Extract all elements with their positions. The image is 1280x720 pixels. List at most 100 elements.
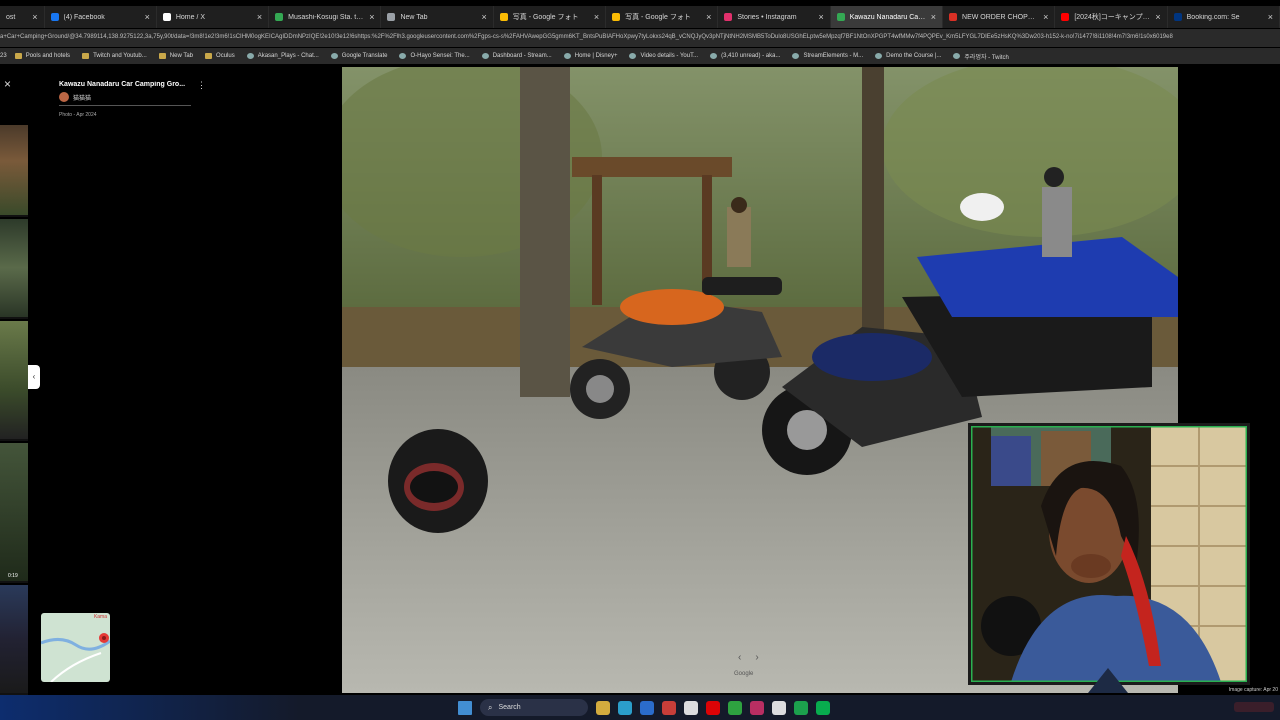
tab-strip: ost × (4) Facebook × Home / X × Musashi-Kosugi… <box>0 6 1280 28</box>
mail-icon[interactable] <box>640 700 654 715</box>
browser-tab[interactable]: [2024秋]コーキャンプ&スワップミ × <box>1055 6 1168 28</box>
mini-map[interactable]: Kama <box>41 613 110 682</box>
youtube-icon[interactable] <box>706 700 720 715</box>
close-tab-icon[interactable]: × <box>931 12 936 22</box>
browser-tab[interactable]: Booking.com: Se × <box>1168 6 1280 28</box>
close-tab-icon[interactable]: × <box>594 12 599 22</box>
bookmark-label: Demo the Course |... <box>886 53 942 59</box>
close-tab-icon[interactable]: × <box>482 12 487 22</box>
bookmark-item[interactable]: Twitch and Youtub... <box>82 53 147 59</box>
contributor[interactable]: 猫猫猫 <box>59 92 91 102</box>
address-bar[interactable]: a+Car+Camping+Ground/@34.7989114,138.927… <box>0 29 1280 47</box>
close-tab-icon[interactable]: × <box>32 12 37 22</box>
next-photo-button[interactable]: › <box>755 652 758 663</box>
system-tray[interactable] <box>1234 702 1274 712</box>
maps-pin-icon <box>275 13 284 21</box>
bookmark-item[interactable]: Oculus <box>205 53 235 59</box>
bookmark-icon <box>205 53 213 59</box>
close-tab-icon[interactable]: × <box>1043 12 1048 22</box>
close-tab-icon[interactable]: × <box>1155 12 1160 22</box>
browser-tab[interactable]: Home / X × <box>157 6 270 28</box>
bookmark-item[interactable]: O-Hayo Sensei: The... <box>399 53 470 59</box>
close-tab-icon[interactable]: × <box>1268 12 1273 22</box>
calendar-icon[interactable] <box>684 700 698 715</box>
more-options-button[interactable]: ⋮ <box>197 80 206 91</box>
bookmark-item[interactable]: Home | Disney+ <box>563 53 617 59</box>
folder-icon <box>82 53 90 59</box>
bookmark-label: 주라멍자 - Twitch <box>964 54 1009 61</box>
photo-thumbnail[interactable] <box>0 219 28 319</box>
browser-tab[interactable]: (4) Facebook × <box>45 6 157 28</box>
close-tab-icon[interactable]: × <box>706 12 711 22</box>
contributor-name: 猫猫猫 <box>73 95 92 102</box>
tab-label: Musashi-Kosugi Sta. to 1-chōm <box>288 13 365 21</box>
bookmark-label: Video details - YouT... <box>640 53 699 59</box>
bookmark-item[interactable]: New Tab <box>158 53 194 59</box>
divider <box>59 105 191 106</box>
xbox-icon[interactable] <box>728 700 742 715</box>
windows-start-icon[interactable] <box>458 700 472 715</box>
browser-tab[interactable]: New Tab × <box>381 6 494 28</box>
photo-thumbnail[interactable] <box>0 125 28 217</box>
spotify-icon[interactable] <box>794 700 808 715</box>
google-watermark: Google <box>734 671 754 677</box>
address-url[interactable]: a+Car+Camping+Ground/@34.7989114,138.927… <box>0 34 1173 40</box>
browser-tab[interactable]: Musashi-Kosugi Sta. to 1-chōm × <box>269 6 382 28</box>
bookmark-item[interactable]: Akasan_Plays - Chat... <box>246 53 319 59</box>
bookmark-label: Akasan_Plays - Chat... <box>257 53 319 59</box>
tab-label: 写真 - Google フォト <box>625 14 691 21</box>
tab-label: [2024秋]コーキャンプ&スワップミ <box>1074 14 1151 21</box>
bookmark-item[interactable]: StreamElements - M... <box>792 53 863 59</box>
place-title[interactable]: Kawazu Nanadaru Car Camping Gro... <box>59 81 189 88</box>
bookmark-item[interactable]: (3,410 unread) - aka... <box>710 53 780 59</box>
bookmark-icon <box>246 53 254 59</box>
browser-tab[interactable]: NEW ORDER CHOPPER SHOW× <box>943 6 1056 28</box>
youtube-icon <box>1061 13 1070 21</box>
close-icon: × <box>4 77 12 91</box>
chrome-icon[interactable] <box>662 700 676 715</box>
bookmark-label: O-Hayo Sensei: The... <box>410 53 470 59</box>
webcam-feed <box>971 426 1247 682</box>
browser-tab[interactable]: 写真 - Google フォト × <box>606 6 719 28</box>
taskbar-search[interactable]: ⌕ Search <box>480 699 588 716</box>
photo-thumbnail[interactable] <box>0 321 28 441</box>
bookmark-item[interactable]: Dashboard - Stream... <box>481 53 552 59</box>
bookmark-icon <box>399 53 407 59</box>
browser-tab[interactable]: ost × <box>0 6 45 28</box>
tab-label: ost <box>6 13 16 21</box>
github-icon[interactable] <box>772 700 786 715</box>
bookmark-icon <box>158 53 166 59</box>
browser-tab[interactable]: Stories • Instagram × <box>718 6 831 28</box>
collapse-panel-button[interactable]: ‹ <box>28 365 40 389</box>
bookmark-label: Dashboard - Stream... <box>492 53 552 59</box>
bookmark-item[interactable]: Google Translate <box>330 53 387 59</box>
streamer-webcam <box>968 423 1250 685</box>
close-tab-icon[interactable]: × <box>818 12 823 22</box>
bookmark-icon <box>330 53 338 59</box>
bookmark-item[interactable]: Video details - YouT... <box>629 53 698 59</box>
bookmark-item[interactable]: 주라멍자 - Twitch <box>953 52 1009 61</box>
chevron-left-icon: ‹ <box>32 372 36 381</box>
close-tab-icon[interactable]: × <box>369 12 374 22</box>
bookmark-icon <box>563 53 571 59</box>
mini-map-graphic <box>41 633 110 682</box>
bookmark-item[interactable]: Demo the Course |... <box>875 53 941 59</box>
edge-browser-icon[interactable] <box>618 700 632 715</box>
close-tab-icon[interactable]: × <box>257 12 262 22</box>
file-explorer-icon[interactable] <box>596 700 610 715</box>
browser-tab[interactable]: Kawazu Nanadaru Car Campin × <box>830 6 944 28</box>
browser-tab[interactable]: 写真 - Google フォト × <box>494 6 607 28</box>
windows-taskbar: ⌕ Search <box>0 695 1280 720</box>
maps-pin-icon <box>836 13 845 21</box>
close-viewer-button[interactable]: × <box>4 77 11 91</box>
previous-photo-button[interactable]: ‹ <box>738 652 741 663</box>
x-icon <box>162 13 171 21</box>
photo-thumbnail[interactable]: 0:19 <box>0 443 28 583</box>
photo-thumbnail[interactable] <box>0 585 28 695</box>
bookmark-label: New Tab <box>169 53 194 59</box>
line-icon[interactable] <box>816 700 830 715</box>
slack-icon[interactable] <box>750 700 764 715</box>
photo-thumbnail-strip: 0:19 <box>0 125 28 695</box>
close-tab-icon[interactable]: × <box>145 12 150 22</box>
bookmark-item[interactable]: Pools and hotels <box>14 53 70 59</box>
